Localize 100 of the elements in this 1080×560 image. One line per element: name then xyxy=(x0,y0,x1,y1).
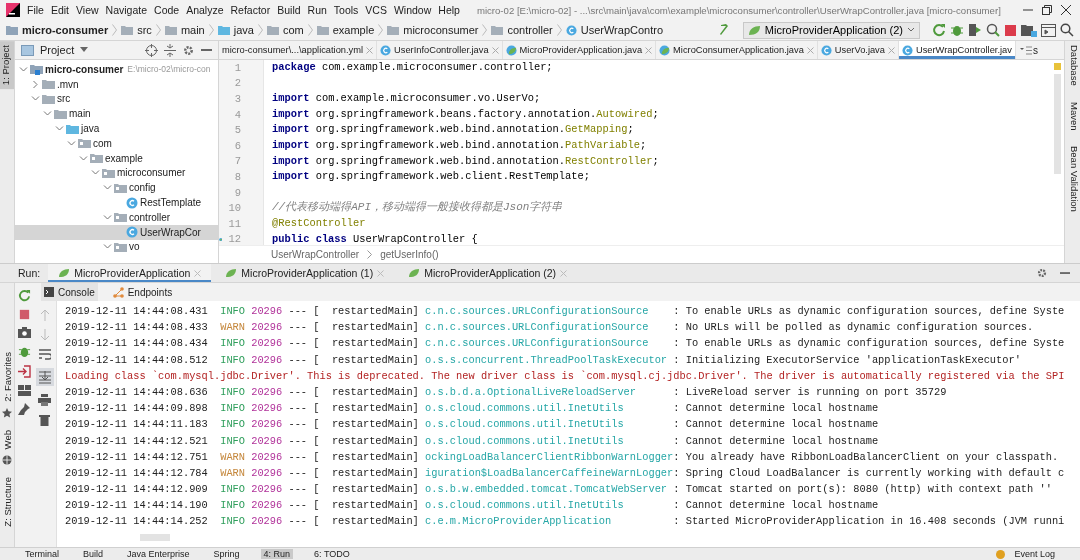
tool-window-tab[interactable]: Terminal xyxy=(22,549,62,559)
breadcrumb-item[interactable]: src xyxy=(137,24,152,36)
console-tab[interactable]: Console xyxy=(41,283,98,301)
down-arrow-icon[interactable] xyxy=(39,329,50,341)
breadcrumb-item[interactable]: UserWrapContro xyxy=(580,24,664,36)
editor-tab[interactable]: UserWrapController.jav xyxy=(898,41,1016,59)
run-configuration-dropdown[interactable]: MicroProviderApplication (2) xyxy=(742,21,920,39)
tree-item[interactable]: example xyxy=(15,150,218,166)
tool-window-tab[interactable]: Event Log xyxy=(1011,549,1058,559)
tool-window-tab[interactable]: 1: Project xyxy=(0,41,14,90)
menu-item[interactable]: View xyxy=(76,4,99,16)
scroll-to-end-icon[interactable] xyxy=(35,368,54,386)
menu-item[interactable]: Edit xyxy=(50,4,69,16)
restore-icon[interactable] xyxy=(1041,4,1053,16)
tool-window-tab[interactable]: Web xyxy=(1,426,13,454)
rerun-icon[interactable] xyxy=(17,289,31,302)
chevron-icon[interactable] xyxy=(79,153,88,163)
settings-icon[interactable] xyxy=(182,43,195,57)
panel-title[interactable]: Project xyxy=(40,44,75,56)
soft-wrap-icon[interactable] xyxy=(38,349,51,360)
tree-item[interactable]: UserWrapCor xyxy=(15,224,218,240)
tree-item[interactable]: vo xyxy=(15,239,218,255)
tool-window-tab[interactable]: Database xyxy=(1065,41,1080,90)
caret-icon[interactable] xyxy=(80,47,89,53)
tree-item[interactable]: micro-consumer E:\micro-02\micro-con xyxy=(15,62,218,77)
run-tab[interactable]: MicroProviderApplication (2) xyxy=(398,264,578,282)
tree-item[interactable]: .mvn xyxy=(15,76,218,92)
coverage-icon[interactable] xyxy=(968,23,982,37)
menu-item[interactable]: VCS xyxy=(365,4,387,16)
tool-window-tab[interactable]: Spring xyxy=(210,549,243,559)
tree-item[interactable]: src xyxy=(15,91,218,107)
breadcrumb-item[interactable]: micro-consumer xyxy=(22,24,109,36)
scrollbar-thumb[interactable] xyxy=(140,533,170,541)
close-icon[interactable] xyxy=(1060,4,1072,16)
up-arrow-icon[interactable] xyxy=(39,309,50,321)
folder-grid-icon[interactable] xyxy=(1021,23,1037,37)
tool-window-tab[interactable]: Build xyxy=(80,549,107,559)
tree-item[interactable]: java xyxy=(15,121,218,136)
locate-target-icon[interactable] xyxy=(145,43,158,57)
editor-tab[interactable]: UserInfoController.java xyxy=(377,41,503,59)
editor-tab[interactable]: MicroConsumerApplication.java xyxy=(656,41,818,59)
menu-item[interactable]: Refactor xyxy=(230,4,271,16)
tool-window-tab[interactable]: 2: Favorites xyxy=(1,348,13,406)
print-icon[interactable] xyxy=(38,394,51,406)
breadcrumb-item[interactable]: main xyxy=(180,24,205,36)
scrollbar-thumb[interactable] xyxy=(1053,74,1061,174)
hide-icon[interactable] xyxy=(1060,271,1070,275)
tool-window-tab[interactable]: 4: Run xyxy=(260,549,294,559)
tool-window-tab[interactable]: Java Enterprise xyxy=(124,549,193,559)
search-icon[interactable] xyxy=(1060,23,1074,37)
menu-item[interactable]: Code xyxy=(154,4,180,16)
settings-icon[interactable] xyxy=(1036,267,1048,279)
debug-bug-icon[interactable] xyxy=(950,23,964,37)
tree-item[interactable]: microconsumer xyxy=(15,165,218,181)
layout-icon[interactable] xyxy=(17,385,31,396)
collapse-all-icon[interactable] xyxy=(164,43,176,57)
editor-tab[interactable]: UserVo.java xyxy=(817,41,899,59)
tree-item[interactable]: com xyxy=(15,136,218,151)
tool-window-tab[interactable]: 6: TODO xyxy=(311,549,353,559)
exit-icon[interactable] xyxy=(17,365,31,378)
rerun-icon[interactable] xyxy=(932,23,946,37)
tree-item[interactable]: main xyxy=(15,106,218,122)
chevron-icon[interactable] xyxy=(103,212,112,222)
breadcrumb-item[interactable]: controller xyxy=(507,24,553,36)
camera-icon[interactable] xyxy=(17,327,31,338)
menu-item[interactable]: Run xyxy=(307,4,327,16)
menu-item[interactable]: Help xyxy=(438,4,460,16)
tree-item[interactable]: controller xyxy=(15,209,218,225)
menu-item[interactable]: Tools xyxy=(333,4,359,16)
chevron-icon[interactable] xyxy=(31,79,40,89)
menu-item[interactable]: Build xyxy=(277,4,301,16)
editor-tab[interactable]: micro-consumer\...\application.yml xyxy=(219,41,378,59)
debug-bug-icon[interactable] xyxy=(17,345,31,358)
tree-item[interactable]: RestTemplate xyxy=(15,195,218,210)
menu-item[interactable]: File xyxy=(27,4,44,16)
tab-overflow-button[interactable]: s xyxy=(1015,41,1042,59)
code-breadcrumb[interactable]: UserWrapController xyxy=(271,249,360,260)
stop-icon[interactable] xyxy=(18,309,30,320)
tool-window-tab[interactable]: Bean Validation xyxy=(1065,142,1080,217)
trash-icon[interactable] xyxy=(39,414,50,426)
menu-item[interactable]: Window xyxy=(393,4,432,16)
tool-window-tab[interactable]: Z: Structure xyxy=(1,473,13,531)
console-tab[interactable]: Endpoints xyxy=(109,283,176,301)
chevron-icon[interactable] xyxy=(67,138,76,148)
run-tab[interactable]: MicroProviderApplication (1) xyxy=(215,264,395,282)
breadcrumb-item[interactable]: com xyxy=(282,24,304,36)
run-tab[interactable]: MicroProviderApplication xyxy=(48,264,212,282)
code-breadcrumb[interactable]: getUserInfo() xyxy=(380,249,439,260)
profiler-icon[interactable] xyxy=(986,23,1000,37)
tree-item[interactable]: config xyxy=(15,180,218,196)
editor-tab[interactable]: MicroProviderApplication.java xyxy=(502,41,657,59)
stop-icon[interactable] xyxy=(1004,23,1017,37)
window-panel-icon[interactable] xyxy=(1041,23,1056,37)
hide-icon[interactable] xyxy=(201,48,212,52)
menu-item[interactable]: Analyze xyxy=(186,4,224,16)
breadcrumb-item[interactable]: microconsumer xyxy=(403,24,479,36)
chevron-icon[interactable] xyxy=(19,64,28,74)
menu-item[interactable]: Navigate xyxy=(105,4,148,16)
breadcrumb-item[interactable]: example xyxy=(332,24,375,36)
tool-window-tab[interactable]: Maven xyxy=(1065,97,1080,135)
